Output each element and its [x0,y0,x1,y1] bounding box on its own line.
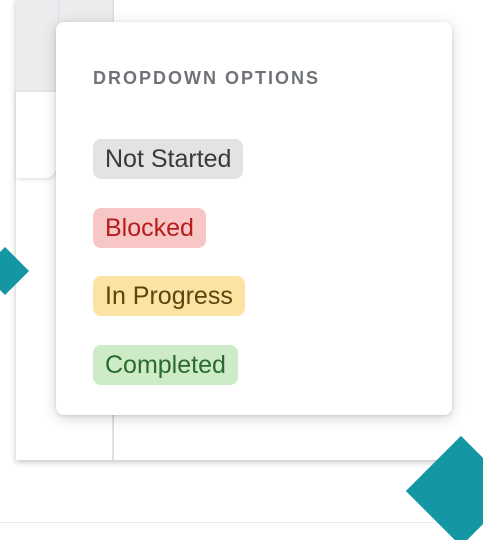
option-not-started[interactable]: Not Started [93,139,244,179]
background-cell [16,92,56,178]
option-blocked[interactable]: Blocked [93,208,206,248]
dropdown-options-popover: DROPDOWN OPTIONS Not Started Blocked In … [56,22,452,415]
option-in-progress[interactable]: In Progress [93,276,245,316]
screen: DROPDOWN OPTIONS Not Started Blocked In … [0,0,483,540]
option-completed[interactable]: Completed [93,345,238,385]
dropdown-title: DROPDOWN OPTIONS [93,68,321,88]
bottom-divider [0,522,483,523]
